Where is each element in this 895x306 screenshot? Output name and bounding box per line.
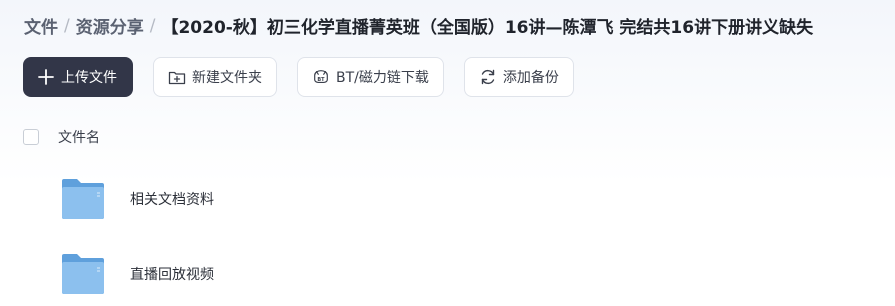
page-title: 【2020-秋】初三化学直播菁英班（全国版）16讲—陈潭飞 完结共16讲下册讲义… bbox=[161, 18, 814, 38]
bt-download-button[interactable]: BT BT/磁力链下载 bbox=[297, 57, 444, 97]
breadcrumb-resource-share[interactable]: 资源分享 bbox=[76, 13, 144, 38]
folder-icon bbox=[62, 254, 104, 294]
folder-icon bbox=[62, 179, 104, 219]
add-backup-button-label: 添加备份 bbox=[502, 70, 559, 86]
list-item[interactable]: 相关文档资料 bbox=[60, 177, 214, 221]
list-item[interactable]: 直播回放视频 bbox=[60, 252, 214, 296]
breadcrumb: 文件 / 资源分享 / 【2020-秋】初三化学直播菁英班（全国版）16讲—陈潭… bbox=[24, 13, 814, 39]
bt-download-button-label: BT/磁力链下载 bbox=[336, 70, 429, 86]
new-folder-button[interactable]: 新建文件夹 bbox=[153, 57, 277, 97]
bt-magnet-icon: BT bbox=[312, 68, 330, 86]
select-all-checkbox[interactable] bbox=[23, 129, 39, 145]
breadcrumb-separator: / bbox=[64, 15, 70, 36]
breadcrumb-separator: / bbox=[149, 15, 156, 36]
column-header-name: 文件名 bbox=[58, 130, 100, 146]
backup-sync-icon bbox=[479, 68, 497, 86]
list-item-name: 直播回放视频 bbox=[130, 267, 214, 283]
toolbar: 上传文件 新建文件夹 BT BT/磁力链下载 添加备份 bbox=[23, 57, 574, 97]
upload-button[interactable]: 上传文件 bbox=[23, 57, 133, 97]
folder-plus-icon bbox=[168, 68, 186, 86]
list-header: 文件名 bbox=[23, 127, 100, 147]
add-backup-button[interactable]: 添加备份 bbox=[463, 57, 574, 97]
new-folder-button-label: 新建文件夹 bbox=[192, 70, 262, 86]
upload-button-label: 上传文件 bbox=[61, 70, 117, 86]
plus-icon bbox=[37, 68, 55, 86]
list-item-name: 相关文档资料 bbox=[130, 192, 214, 208]
breadcrumb-files[interactable]: 文件 bbox=[24, 13, 58, 38]
svg-text:BT: BT bbox=[317, 77, 325, 83]
